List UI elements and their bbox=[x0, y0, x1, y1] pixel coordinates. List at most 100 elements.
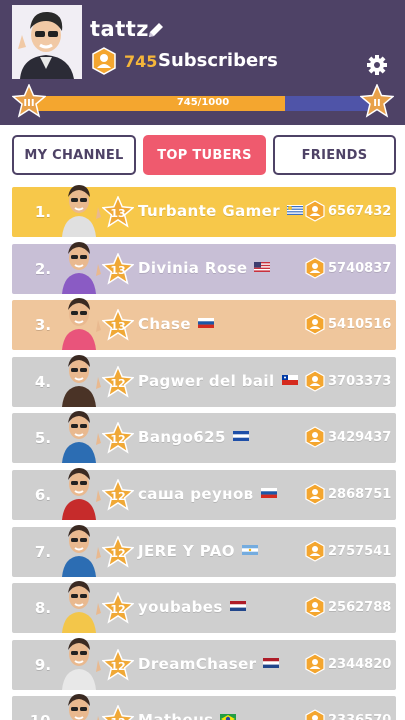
leaderboard-row[interactable]: 10. 12 Matheus 2336570 bbox=[12, 694, 396, 720]
level-star-icon: 13 bbox=[101, 251, 135, 285]
level-star-icon: 12 bbox=[101, 591, 135, 624]
subscriber-count: 6567432 bbox=[328, 204, 392, 219]
tuber-avatar bbox=[56, 688, 102, 720]
leaderboard-row[interactable]: 9. 12 DreamChaser 2344820 bbox=[12, 637, 396, 690]
rank-number: 3. bbox=[34, 316, 52, 335]
subscriber-icon bbox=[304, 370, 326, 396]
level-star-icon: 12 bbox=[101, 364, 135, 398]
subscriber-count: 745 bbox=[124, 52, 158, 71]
svg-text:12: 12 bbox=[110, 716, 125, 720]
level-star-icon: 12 bbox=[101, 421, 135, 455]
honduras-flag-icon bbox=[232, 427, 249, 442]
tuber-name-label: саша реунов bbox=[138, 485, 254, 503]
russia-flag-icon bbox=[197, 314, 214, 329]
current-level-star-icon: III bbox=[11, 83, 47, 122]
profile-header: tattz 745 Subscribers 745/1000 III II bbox=[0, 0, 405, 125]
tuber-name-label: Pagwer del bail bbox=[138, 371, 275, 390]
tuber-name-label: Bango625 bbox=[138, 428, 226, 447]
rank-number: 4. bbox=[34, 372, 52, 391]
tuber-avatar bbox=[56, 575, 102, 634]
rank-number: 10. bbox=[26, 712, 60, 720]
subscriber-icon bbox=[304, 256, 326, 283]
tuber-avatar bbox=[56, 519, 102, 577]
tuber-name: Chase bbox=[138, 314, 214, 333]
svg-text:12: 12 bbox=[110, 490, 125, 503]
subscriber-count: 2868751 bbox=[328, 487, 392, 502]
tuber-name: Matheus bbox=[138, 710, 237, 720]
avatar[interactable] bbox=[12, 5, 82, 79]
rank-number: 7. bbox=[34, 542, 52, 561]
tuber-name: Turbante Gamer bbox=[138, 201, 303, 220]
subscriber-count: 5410516 bbox=[328, 317, 392, 333]
tuber-name-label: JERE Y PAO bbox=[138, 541, 235, 560]
svg-text:12: 12 bbox=[110, 377, 125, 390]
leaderboard-row[interactable]: 4. 12 Pagwer del bail 3703373 bbox=[12, 354, 396, 407]
tab-friends[interactable]: FRIENDS bbox=[273, 135, 396, 175]
tuber-name: Bango625 bbox=[138, 427, 249, 446]
tuber-avatar bbox=[56, 292, 102, 351]
leaderboard-row[interactable]: 2. 13 Divinia Rose 5740837 bbox=[12, 241, 396, 294]
svg-text:12: 12 bbox=[110, 603, 125, 616]
leaderboard-row[interactable]: 7. 12 JERE Y PAO 2757541 bbox=[12, 524, 396, 577]
subscriber-icon bbox=[304, 313, 326, 339]
rank-number: 2. bbox=[34, 259, 52, 278]
gear-icon[interactable] bbox=[366, 54, 388, 76]
rank-number: 1. bbox=[34, 203, 52, 221]
svg-text:12: 12 bbox=[110, 660, 125, 673]
tuber-avatar bbox=[56, 179, 102, 237]
tuber-avatar bbox=[56, 405, 102, 464]
leaderboard-row[interactable]: 5. 12 Bango625 3429437 bbox=[12, 411, 396, 464]
usa-flag-icon bbox=[254, 258, 271, 272]
tuber-avatar bbox=[56, 462, 102, 520]
netherlands-flag-icon bbox=[229, 597, 246, 612]
subscriber-icon bbox=[304, 596, 326, 622]
svg-text:12: 12 bbox=[110, 433, 125, 446]
netherlands-flag-icon bbox=[263, 654, 280, 668]
subscriber-count: 2344820 bbox=[328, 656, 392, 672]
svg-text:II: II bbox=[373, 98, 380, 109]
chile-flag-icon bbox=[281, 371, 298, 385]
tuber-name: Pagwer del bail bbox=[138, 371, 298, 390]
level-star-icon: 13 bbox=[101, 195, 135, 228]
tuber-name-label: youbabes bbox=[138, 598, 223, 617]
subscriber-count: 5740837 bbox=[328, 260, 392, 276]
tuber-avatar bbox=[56, 349, 102, 407]
subscriber-icon bbox=[304, 709, 326, 720]
username: tattz bbox=[90, 17, 150, 41]
subscriber-icon bbox=[90, 47, 118, 79]
level-star-icon: 13 bbox=[101, 308, 135, 341]
russia-flag-icon bbox=[260, 484, 277, 498]
level-star-icon: 12 bbox=[101, 534, 135, 568]
subscriber-count: 2562788 bbox=[328, 600, 392, 616]
edit-name-icon[interactable] bbox=[146, 20, 166, 40]
leaderboard-row[interactable]: 8. 12 youbabes 2562788 bbox=[12, 581, 396, 634]
svg-text:12: 12 bbox=[110, 547, 125, 560]
leaderboard-row[interactable]: 3. 13 Chase 5410516 bbox=[12, 298, 396, 351]
rank-number: 6. bbox=[34, 486, 52, 504]
rank-number: 5. bbox=[34, 429, 52, 448]
leaderboard-row[interactable]: 6. 12 саша реунов 2868751 bbox=[12, 468, 396, 520]
argentina-flag-icon bbox=[241, 541, 258, 555]
rank-number: 9. bbox=[34, 655, 52, 674]
tuber-name: саша реунов bbox=[138, 484, 277, 503]
tuber-name-label: Matheus bbox=[138, 711, 213, 720]
tab-top-tubers[interactable]: TOP TUBERS bbox=[143, 135, 266, 175]
next-level-star-icon: II bbox=[359, 83, 395, 122]
subscriber-count: 2336570 bbox=[328, 713, 391, 720]
subscriber-icon bbox=[304, 200, 326, 226]
level-star-icon: 12 bbox=[101, 704, 135, 720]
leaderboard-row[interactable]: 1. 13 Turbante Gamer 6567432 bbox=[12, 185, 396, 237]
tuber-name: DreamChaser bbox=[138, 654, 280, 673]
tuber-name: youbabes bbox=[138, 597, 246, 616]
svg-text:13: 13 bbox=[110, 320, 125, 333]
subscriber-count: 3703373 bbox=[328, 373, 392, 389]
uruguay-flag-icon bbox=[287, 201, 303, 215]
subscriber-icon bbox=[304, 426, 326, 452]
tuber-name: JERE Y PAO bbox=[138, 541, 258, 560]
level-star-icon: 12 bbox=[101, 478, 135, 511]
subscriber-icon bbox=[304, 653, 326, 679]
subscriber-label: Subscribers bbox=[158, 50, 278, 71]
brazil-flag-icon bbox=[220, 710, 237, 720]
svg-text:13: 13 bbox=[110, 264, 125, 277]
tab-my-channel[interactable]: MY CHANNEL bbox=[12, 135, 136, 175]
